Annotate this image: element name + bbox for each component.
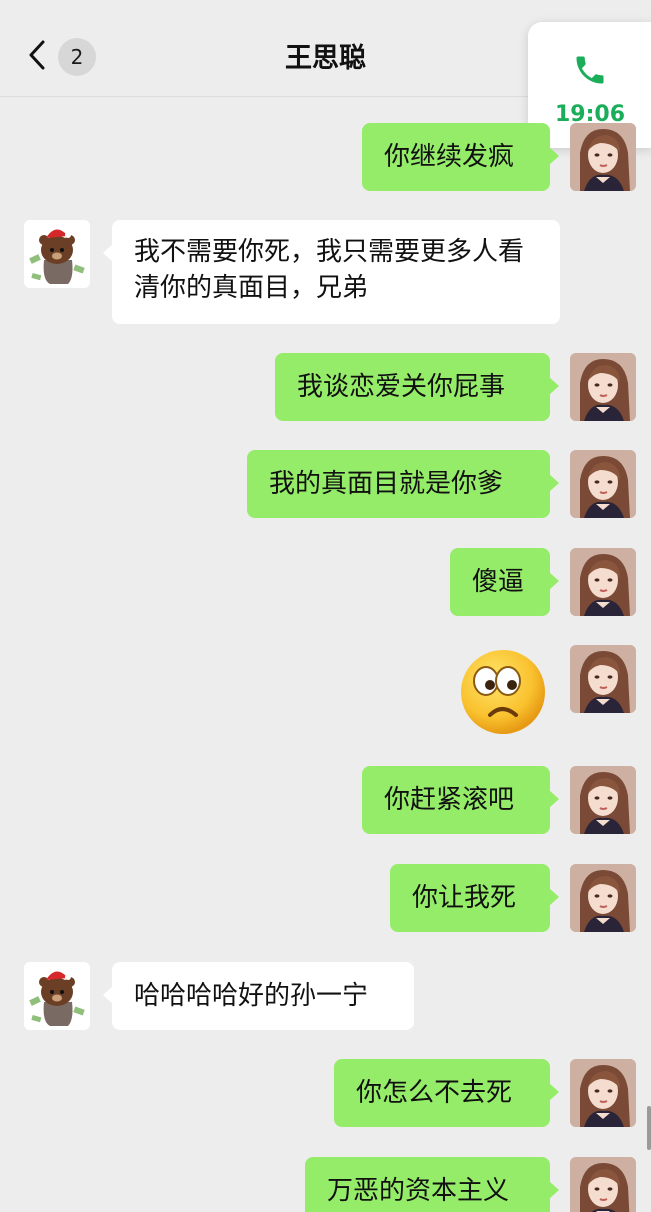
sender-avatar[interactable] xyxy=(570,766,636,834)
message-bubble-received[interactable]: 我不需要你死，我只需要更多人看清你的真面目，兄弟 xyxy=(103,220,560,324)
sender-avatar[interactable] xyxy=(570,645,636,713)
worried-face-emoji-icon[interactable] xyxy=(456,645,550,739)
sender-avatar[interactable] xyxy=(570,450,636,518)
contact-avatar[interactable] xyxy=(24,962,90,1030)
message-bubble-received[interactable]: 哈哈哈哈好的孙一宁 xyxy=(103,962,414,1030)
contact-avatar[interactable] xyxy=(24,220,90,288)
message-bubble-sent[interactable]: 你赶紧滚吧 xyxy=(362,766,559,834)
message-bubble-sent[interactable]: 傻逼 xyxy=(450,548,559,616)
message-bubble-sent[interactable]: 万恶的资本主义 xyxy=(305,1157,559,1212)
sender-avatar[interactable] xyxy=(570,353,636,421)
chat-message-list[interactable]: 你继续发疯 我不需要你死，我只需要更多人看清你的真面目，兄弟 我谈恋爱关你屁事 … xyxy=(0,97,651,1212)
sender-avatar[interactable] xyxy=(570,1157,636,1212)
message-bubble-sent[interactable]: 你让我死 xyxy=(390,864,559,932)
sender-avatar[interactable] xyxy=(570,548,636,616)
sender-avatar[interactable] xyxy=(570,864,636,932)
scrollbar[interactable] xyxy=(647,1106,651,1150)
phone-icon xyxy=(576,56,604,84)
sender-avatar[interactable] xyxy=(570,123,636,191)
message-bubble-sent[interactable]: 你继续发疯 xyxy=(362,123,559,191)
message-bubble-sent[interactable]: 我的真面目就是你爹 xyxy=(247,450,559,518)
sender-avatar[interactable] xyxy=(570,1059,636,1127)
message-bubble-sent[interactable]: 我谈恋爱关你屁事 xyxy=(275,353,559,421)
message-bubble-sent[interactable]: 你怎么不去死 xyxy=(334,1059,559,1127)
